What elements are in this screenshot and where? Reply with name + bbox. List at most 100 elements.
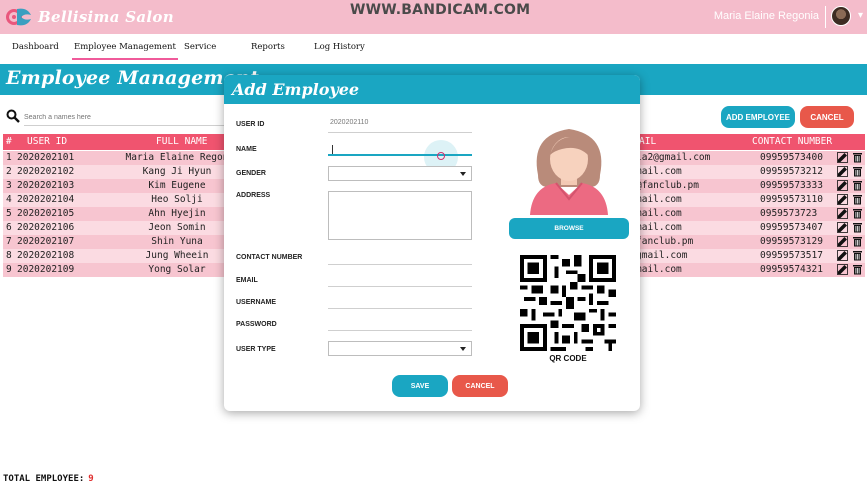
cell-full-name: Yong Solar [148,264,206,275]
cell-user-id: 2020202106 [17,222,75,233]
total-label: TOTAL EMPLOYEE: [3,474,85,484]
add-employee-dialog: Add Employee USER ID 2020202110 NAME GEN… [224,75,640,411]
edit-icon[interactable] [837,264,848,275]
cell-user-id: 2020202102 [17,166,75,177]
cell-contact-number: 09959573517 [760,250,823,261]
top-bar: Bellisima Salon WWW.BANDICAM.COM Maria E… [0,0,867,34]
cell-email: mail.com [636,166,682,177]
cell-user-id: 2020202104 [17,194,75,205]
cell-user-id: 2020202109 [17,264,75,275]
trash-icon[interactable] [852,208,863,219]
search-icon[interactable] [6,109,20,123]
cell-user-id: 2020202108 [17,250,75,261]
email-label: EMAIL [236,277,258,284]
cell-full-name: Jeon Somin [148,222,206,233]
dialog-title: Add Employee [232,80,360,99]
dialog-cancel-button[interactable]: CANCEL [452,375,508,397]
user-type-select[interactable] [328,341,472,356]
chevron-down-icon[interactable]: ▾ [858,10,863,21]
cell-contact-number: 09959574321 [760,264,823,275]
cell-full-name: Kim Eugene [148,180,206,191]
trash-icon[interactable] [852,194,863,205]
cancel-button[interactable]: CANCEL [800,106,854,128]
mouse-cursor-icon [437,152,445,160]
trash-icon[interactable] [852,250,863,261]
trash-icon[interactable] [852,222,863,233]
trash-icon[interactable] [852,166,863,177]
nav-log-history[interactable]: Log History [314,42,365,52]
edit-icon[interactable] [837,166,848,177]
qr-code-label: QR CODE [549,354,587,363]
search-input[interactable] [24,110,224,126]
cell-email: fanclub.pm [636,236,694,247]
gender-select[interactable] [328,166,472,181]
nav-service[interactable]: Service [184,42,216,52]
cell-full-name: Jung Wheein [145,250,209,261]
username-label: USERNAME [236,299,277,306]
brand-name: Bellisima Salon [38,8,174,26]
cell-email: mail.com [636,208,682,219]
cell-num: 4 [6,194,12,205]
header-num: # [6,136,12,147]
header-email[interactable]: AIL [639,136,656,147]
edit-icon[interactable] [837,194,848,205]
cell-full-name: Maria Elaine Regon [125,152,229,163]
trash-icon[interactable] [852,236,863,247]
cell-full-name: Shin Yuna [151,236,203,247]
cell-contact-number: 09959573110 [760,194,823,205]
cell-num: 7 [6,236,12,247]
cell-email: mail.com [636,222,682,233]
edit-icon[interactable] [837,208,848,219]
header-contact-number[interactable]: CONTACT NUMBER [752,136,832,147]
contact-number-field[interactable] [328,251,472,265]
user-id-field: 2020202110 [328,119,472,133]
edit-icon[interactable] [837,152,848,163]
user-id-label: USER ID [236,121,265,128]
username-field[interactable] [328,295,472,309]
cell-num: 8 [6,250,12,261]
header-user-id[interactable]: USER ID [27,136,67,147]
edit-icon[interactable] [837,250,848,261]
profile-placeholder-icon [530,129,608,215]
edit-icon[interactable] [837,222,848,233]
user-divider [825,6,826,28]
total-value: 9 [88,474,94,484]
browse-button[interactable]: BROWSE [509,218,629,239]
header-full-name[interactable]: FULL NAME [156,136,207,147]
trash-icon[interactable] [852,264,863,275]
dropdown-arrow-icon [460,172,466,176]
app-window: Bellisima Salon WWW.BANDICAM.COM Maria E… [0,0,867,488]
nav-dashboard[interactable]: Dashboard [12,42,59,52]
cell-contact-number: 09959573129 [760,236,823,247]
avatar[interactable] [831,6,851,26]
cell-num: 2 [6,166,12,177]
address-field[interactable] [328,191,472,240]
gender-label: GENDER [236,170,266,177]
cell-user-id: 2020202101 [17,152,75,163]
cell-email: gmail.com [636,250,688,261]
cell-num: 1 [6,152,12,163]
email-field[interactable] [328,273,472,287]
nav-employee-management[interactable]: Employee Management [72,42,178,60]
contact-number-label: CONTACT NUMBER [236,254,303,261]
password-field[interactable] [328,317,472,331]
trash-icon[interactable] [852,152,863,163]
current-user-name[interactable]: Maria Elaine Regonia [714,10,819,22]
nav-reports[interactable]: Reports [251,42,285,52]
trash-icon[interactable] [852,180,863,191]
cell-num: 6 [6,222,12,233]
password-label: PASSWORD [236,321,277,328]
cell-num: 3 [6,180,12,191]
edit-icon[interactable] [837,180,848,191]
user-type-label: USER TYPE [236,346,276,353]
cell-email: mail.com [636,264,682,275]
add-employee-button[interactable]: ADD EMPLOYEE [721,106,795,128]
cell-user-id: 2020202107 [17,236,75,247]
cell-email: ia2@gmail.com [636,152,711,163]
cell-user-id: 2020202103 [17,180,75,191]
save-button[interactable]: SAVE [392,375,448,397]
qr-code-icon [520,255,616,351]
cell-contact-number: 09959573333 [760,180,823,191]
edit-icon[interactable] [837,236,848,247]
cell-contact-number: 0959573723 [760,208,818,219]
